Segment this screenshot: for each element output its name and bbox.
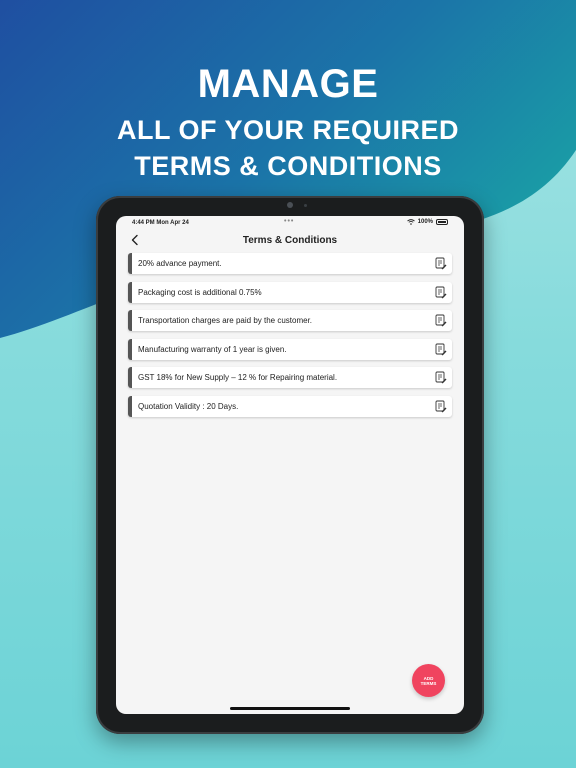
document-edit-icon[interactable]	[435, 314, 447, 327]
term-text: GST 18% for New Supply – 12 % for Repair…	[138, 373, 338, 383]
term-item[interactable]: Quotation Validity : 20 Days.	[128, 395, 452, 417]
term-text: Transportation charges are paid by the c…	[138, 316, 313, 326]
term-text: Manufacturing warranty of 1 year is give…	[138, 344, 287, 354]
home-indicator[interactable]	[230, 707, 350, 710]
term-text: Quotation Validity : 20 Days.	[138, 401, 239, 411]
document-edit-icon[interactable]	[435, 257, 447, 270]
term-text: 20% advance payment.	[138, 259, 222, 268]
term-accent-bar	[128, 338, 132, 360]
term-accent-bar	[128, 310, 132, 332]
wifi-icon	[406, 219, 415, 225]
fab-label-line-2: TERMS	[420, 680, 437, 686]
term-item[interactable]: Manufacturing warranty of 1 year is give…	[128, 338, 452, 360]
term-item[interactable]: Transportation charges are paid by the c…	[128, 310, 452, 332]
term-accent-bar	[128, 367, 132, 389]
headline-line-3: TERMS & CONDITIONS	[134, 151, 442, 181]
term-accent-bar	[128, 281, 132, 303]
battery-percent: 100%	[417, 219, 433, 225]
term-text: Packaging cost is additional 0.75%	[138, 287, 262, 297]
battery-icon	[436, 219, 448, 225]
document-edit-icon[interactable]	[435, 343, 447, 356]
term-accent-bar	[128, 253, 132, 274]
term-item[interactable]: Packaging cost is additional 0.75%	[128, 281, 452, 303]
app-screen: 4:44 PM Mon Apr 24 ••• 100% Terms & Cond…	[116, 216, 464, 714]
headline-line-1: MANAGE	[197, 62, 379, 106]
document-edit-icon[interactable]	[435, 400, 447, 413]
sensor-dot	[304, 204, 307, 207]
document-edit-icon[interactable]	[435, 371, 447, 384]
nav-bar: Terms & Conditions	[116, 230, 464, 252]
camera-icon	[287, 202, 293, 208]
term-item[interactable]: 20% advance payment.	[128, 253, 452, 274]
term-accent-bar	[128, 395, 132, 417]
terms-list: 20% advance payment. Packaging cost is a…	[128, 253, 452, 425]
add-terms-button[interactable]: ADD TERMS	[412, 664, 445, 697]
status-bar: 4:44 PM Mon Apr 24 ••• 100%	[116, 216, 464, 230]
tablet-device: 4:44 PM Mon Apr 24 ••• 100% Terms & Cond…	[96, 196, 484, 734]
term-item[interactable]: GST 18% for New Supply – 12 % for Repair…	[128, 367, 452, 389]
page-title: Terms & Conditions	[242, 235, 338, 246]
headline-line-2: ALL OF YOUR REQUIRED	[116, 115, 460, 145]
multitask-dots[interactable]: •••	[284, 218, 294, 225]
promo-headline: MANAGE ALL OF YOUR REQUIRED TERMS & COND…	[0, 60, 576, 184]
status-right: 100%	[406, 219, 448, 225]
document-edit-icon[interactable]	[435, 286, 447, 299]
status-time: 4:44 PM Mon Apr 24	[132, 220, 189, 226]
